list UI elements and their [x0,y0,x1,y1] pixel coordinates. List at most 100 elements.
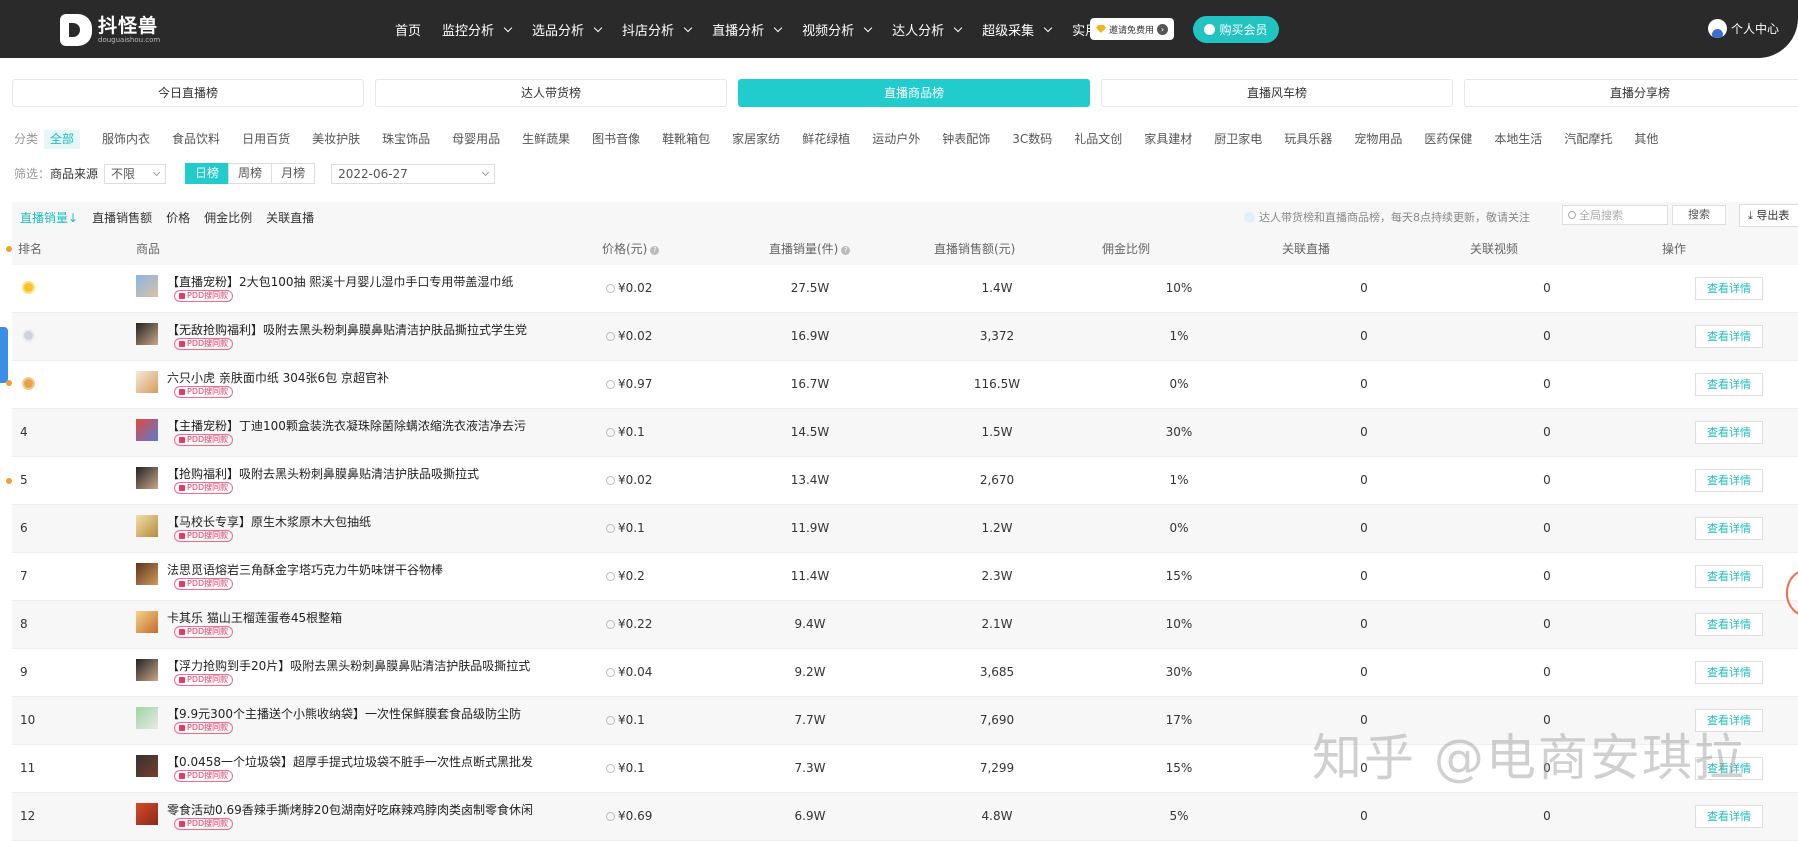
category-item[interactable]: 鲜花绿植 [802,130,850,149]
view-details-button[interactable]: 查看详情 [1695,421,1763,444]
product-name[interactable]: 【浮力抢购到手20片】吸附去黑头粉刺鼻膜鼻贴清洁护肤品吸撕拉式 [167,657,530,674]
category-item[interactable]: 珠宝饰品 [382,130,430,149]
product-name[interactable]: 【马校长专享】原生木浆原木大包抽纸 [167,513,371,530]
pdd-search-badge[interactable]: PDD搜同款 [174,434,234,446]
product-name[interactable]: 【无敌抢购福利】吸附去黑头粉刺鼻膜鼻贴清洁护肤品撕拉式学生党 [167,321,527,338]
product-thumbnail[interactable] [136,275,158,297]
product-thumbnail[interactable] [136,419,158,441]
category-item[interactable]: 生鲜蔬果 [522,130,570,149]
tab-2[interactable]: 达人带货榜 [375,79,727,107]
search-input[interactable]: 全局搜索 [1562,205,1668,225]
product-name[interactable]: 六只小虎 亲肤面巾纸 304张6包 京超官补 [167,369,389,386]
category-item[interactable]: 鞋靴箱包 [662,130,710,149]
tab-3[interactable]: 直播商品榜 [738,79,1090,107]
category-item[interactable]: 厨卫家电 [1214,130,1262,149]
category-item[interactable]: 汽配摩托 [1564,130,1612,149]
category-item[interactable]: 美妆护肤 [312,130,360,149]
export-button[interactable]: ⤓ 导出表 [1739,204,1798,227]
pdd-search-badge[interactable]: PDD搜同款 [174,626,234,638]
period-option[interactable]: 周榜 [228,163,273,184]
sort-tab[interactable]: 佣金比例 [204,209,252,226]
period-option[interactable]: 日榜 [185,163,230,184]
logo[interactable]: 抖怪兽 douguaishou.com [60,14,160,46]
product-name[interactable]: 法思觅语熔岩三角酥金字塔巧克力牛奶味饼干谷物棒 [167,561,443,578]
category-item[interactable]: 本地生活 [1494,130,1542,149]
pdd-search-badge[interactable]: PDD搜同款 [174,530,234,542]
product-name[interactable]: 零食活动0.69香辣手撕烤脖20包湖南好吃麻辣鸡脖肉类卤制零食休闲 [167,801,533,818]
view-details-button[interactable]: 查看详情 [1695,469,1763,492]
nav-item[interactable]: 视频分析 [802,20,873,39]
category-item[interactable]: 礼品文创 [1074,130,1122,149]
user-center-link[interactable]: 个人中心 [1708,19,1779,38]
period-option[interactable]: 月榜 [271,163,316,184]
date-select[interactable]: 2022-06-27 [331,163,496,184]
product-name[interactable]: 【0.0458一个垃圾袋】超厚手提式垃圾袋不脏手一次性点断式黑批发 [167,753,533,770]
pdd-search-badge[interactable]: PDD搜同款 [174,290,234,302]
nav-item[interactable]: 直播分析 [712,20,783,39]
product-thumbnail[interactable] [136,371,158,393]
view-details-button[interactable]: 查看详情 [1695,277,1763,300]
product-thumbnail[interactable] [136,611,158,633]
product-name[interactable]: 【主播宠粉】丁迪100颗盒装洗衣凝珠除菌除螨浓缩洗衣液洁净去污 [167,417,526,434]
pdd-search-badge[interactable]: PDD搜同款 [174,386,234,398]
category-item[interactable]: 钟表配饰 [942,130,990,149]
tab-5[interactable]: 直播分享榜 [1464,79,1798,107]
sort-tab[interactable]: 直播销量↓ [20,209,78,226]
tab-1[interactable]: 今日直播榜 [12,79,364,107]
view-details-button[interactable]: 查看详情 [1695,325,1763,348]
product-thumbnail[interactable] [136,755,158,777]
search-button[interactable]: 搜索 [1672,205,1726,225]
category-item[interactable]: 其他 [1634,130,1658,149]
category-item[interactable]: 食品饮料 [172,130,220,149]
pdd-search-badge[interactable]: PDD搜同款 [174,770,234,782]
product-thumbnail[interactable] [136,323,158,345]
source-select[interactable]: 不限 [104,163,167,184]
view-details-button[interactable]: 查看详情 [1695,805,1763,828]
product-name[interactable]: 【抢购福利】吸附去黑头粉刺鼻膜鼻贴清洁护肤品吸撕拉式 [167,465,479,482]
category-item[interactable]: 运动户外 [872,130,920,149]
pdd-search-badge[interactable]: PDD搜同款 [174,722,234,734]
nav-item[interactable]: 首页 [395,20,421,39]
view-details-button[interactable]: 查看详情 [1695,517,1763,540]
invite-button[interactable]: 邀请免费用 › [1090,18,1175,40]
tab-4[interactable]: 直播风车榜 [1101,79,1453,107]
category-item[interactable]: 服饰内衣 [102,130,150,149]
pdd-search-badge[interactable]: PDD搜同款 [174,818,234,830]
category-item[interactable]: 医药保健 [1424,130,1472,149]
product-thumbnail[interactable] [136,707,158,729]
view-details-button[interactable]: 查看详情 [1695,565,1763,588]
nav-item[interactable]: 选品分析 [532,20,603,39]
pdd-search-badge[interactable]: PDD搜同款 [174,578,234,590]
nav-item[interactable]: 达人分析 [892,20,963,39]
sort-tab[interactable]: 价格 [166,209,190,226]
product-name[interactable]: 卡其乐 猫山王榴莲蛋卷45根整箱 [167,609,342,626]
category-item[interactable]: 家居家纺 [732,130,780,149]
sort-tab[interactable]: 关联直播 [266,209,314,226]
category-item[interactable]: 玩具乐器 [1284,130,1332,149]
view-details-button[interactable]: 查看详情 [1695,373,1763,396]
pdd-search-badge[interactable]: PDD搜同款 [174,482,234,494]
category-item[interactable]: 全部 [44,130,81,149]
pdd-search-badge[interactable]: PDD搜同款 [174,338,234,350]
side-expand-tab[interactable] [0,327,8,383]
product-name[interactable]: 【9.9元300个主播送个小熊收纳袋】一次性保鲜膜套食品级防尘防 [167,705,521,722]
nav-item[interactable]: 监控分析 [442,20,513,39]
buy-membership-button[interactable]: 购买会员 [1193,16,1279,43]
view-details-button[interactable]: 查看详情 [1695,661,1763,684]
category-item[interactable]: 家具建材 [1144,130,1192,149]
nav-item[interactable]: 超级采集 [982,20,1053,39]
category-item[interactable]: 母婴用品 [452,130,500,149]
product-thumbnail[interactable] [136,515,158,537]
product-name[interactable]: 【直播宠粉】2大包100抽 熙溪十月婴儿湿巾手口专用带盖湿巾纸 [167,273,513,290]
sort-tab[interactable]: 直播销售额 [92,209,152,226]
product-thumbnail[interactable] [136,659,158,681]
pdd-search-badge[interactable]: PDD搜同款 [174,674,234,686]
category-item[interactable]: 宠物用品 [1354,130,1402,149]
category-item[interactable]: 图书音像 [592,130,640,149]
category-item[interactable]: 3C数码 [1012,130,1052,149]
product-thumbnail[interactable] [136,563,158,585]
nav-item[interactable]: 抖店分析 [622,20,693,39]
category-item[interactable]: 日用百货 [242,130,290,149]
product-thumbnail[interactable] [136,467,158,489]
view-details-button[interactable]: 查看详情 [1695,613,1763,636]
